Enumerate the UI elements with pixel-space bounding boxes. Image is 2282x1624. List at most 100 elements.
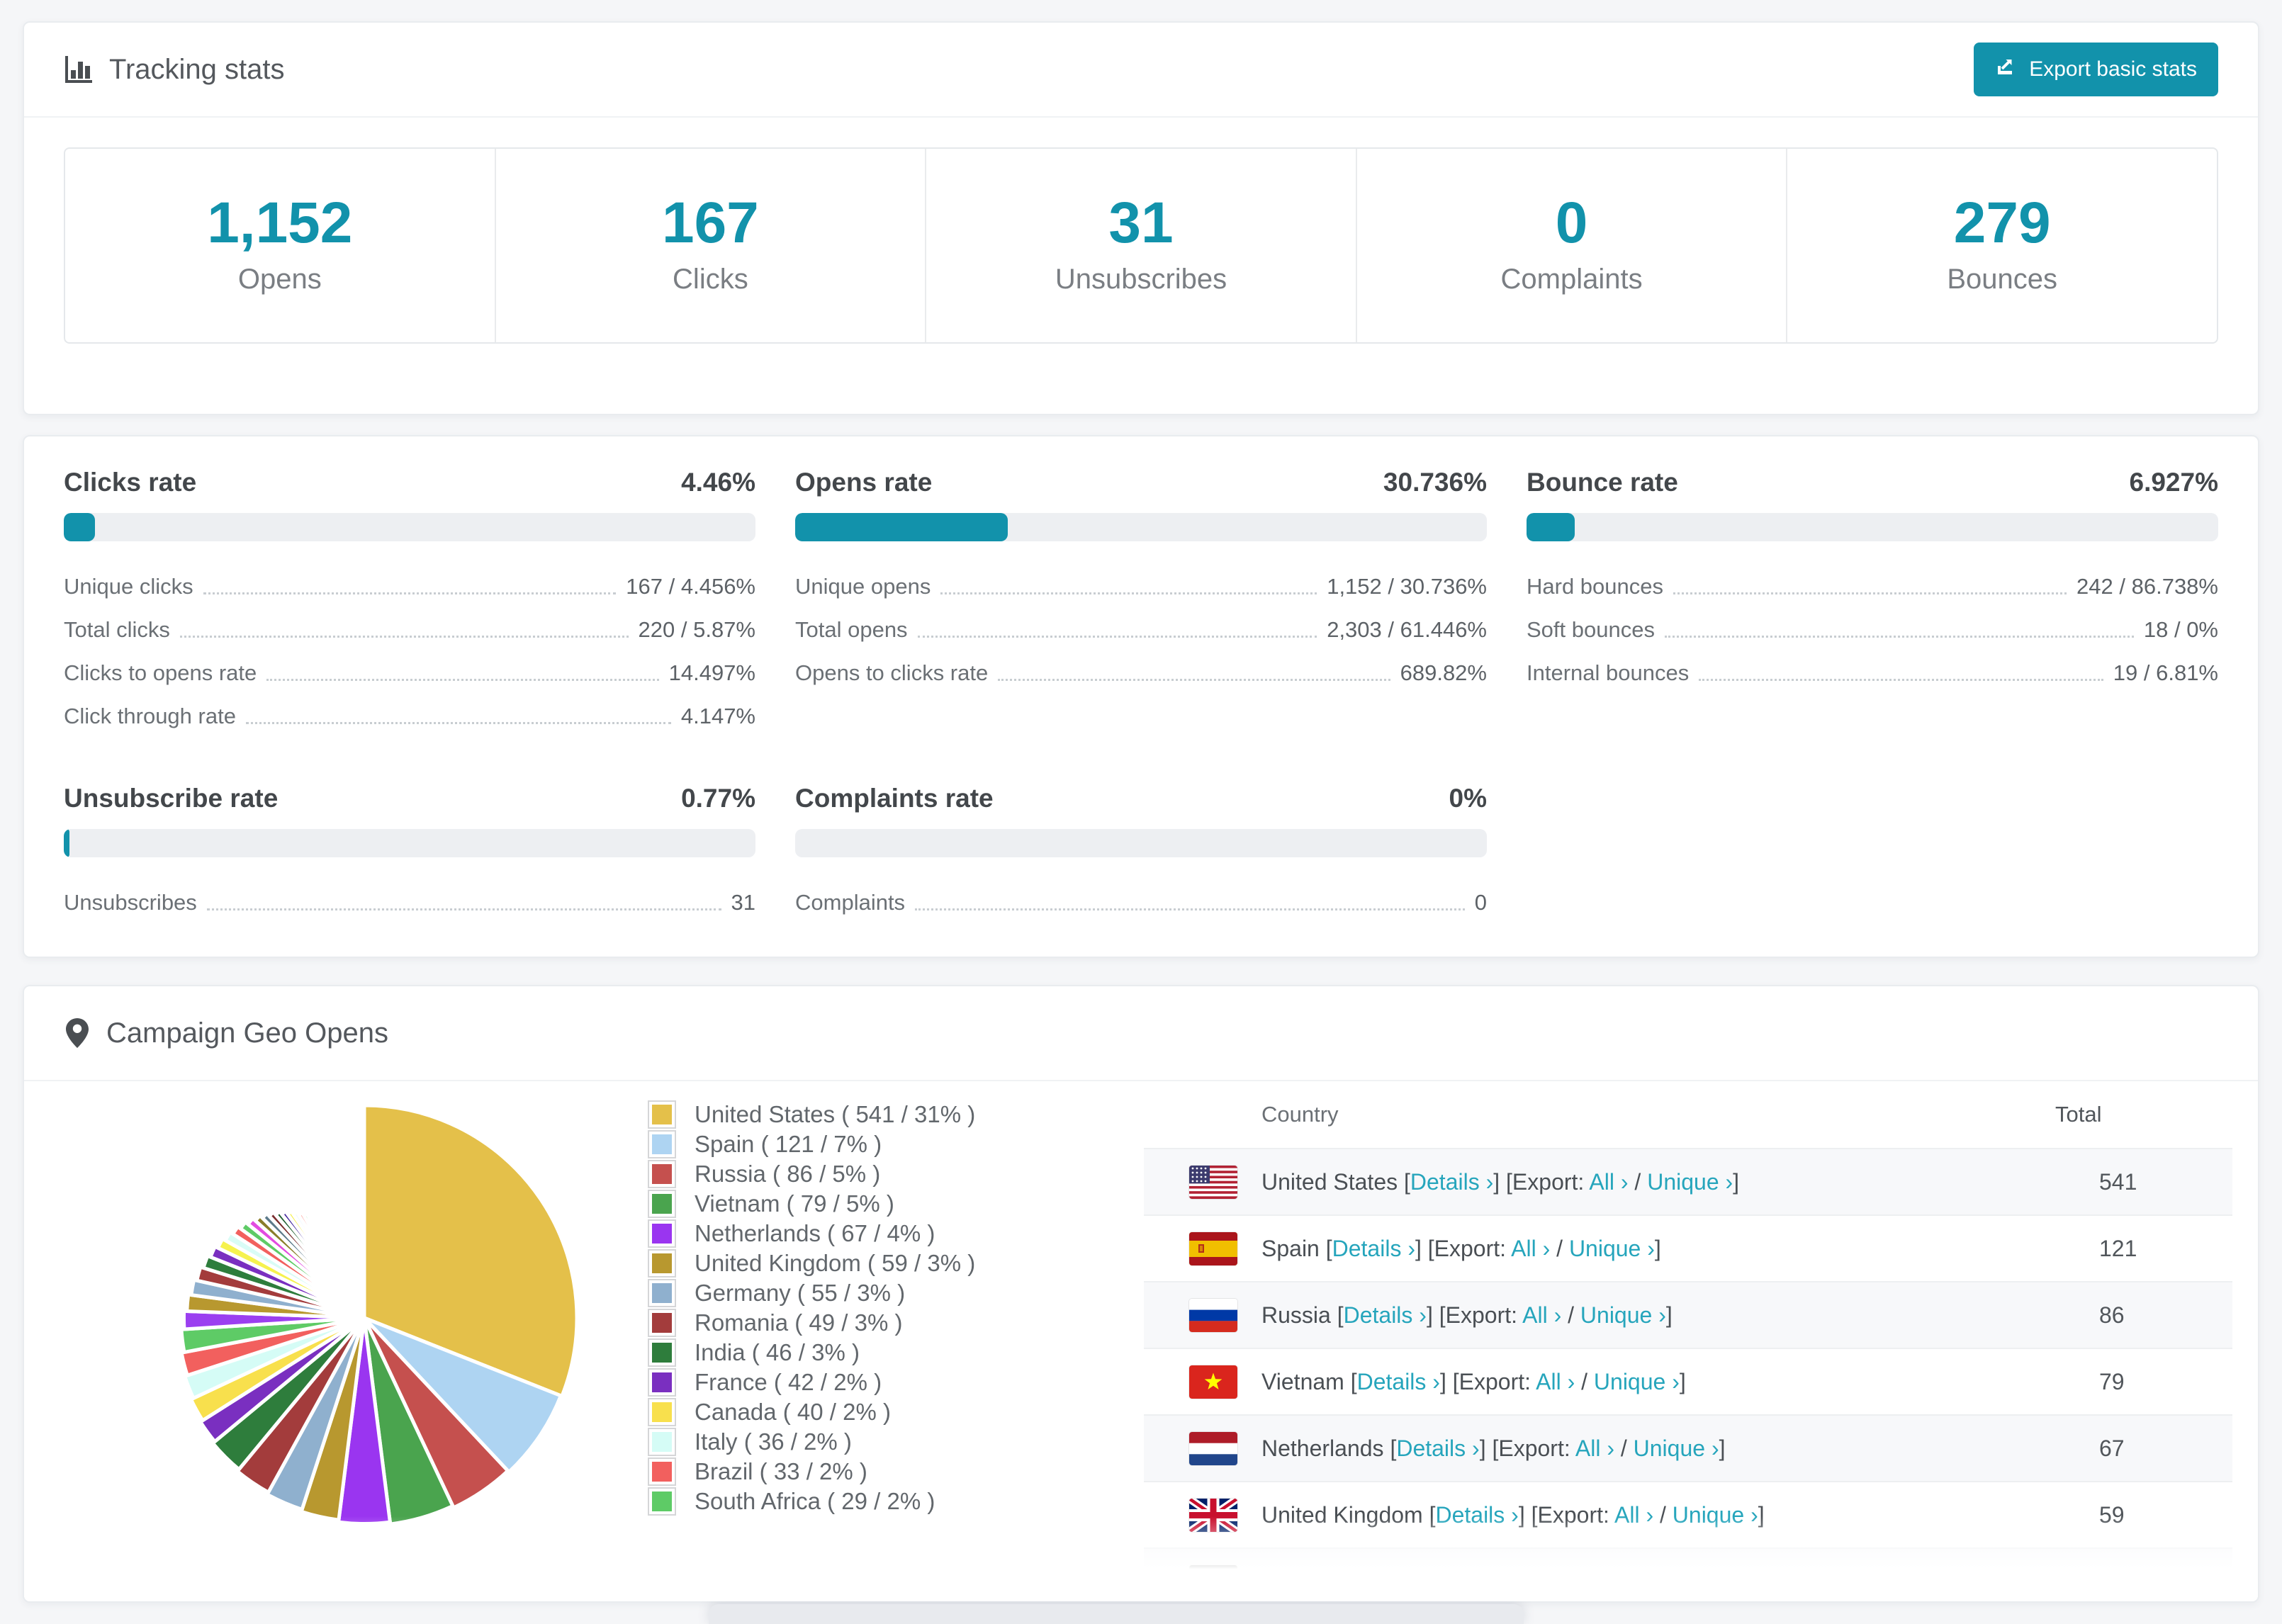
export-basic-stats-button[interactable]: Export basic stats — [1974, 43, 2218, 96]
geo-table-header: Country Total — [1144, 1081, 2232, 1148]
stat-value: 167 — [661, 191, 759, 255]
legend-label: Netherlands ( 67 / 4% ) — [695, 1220, 935, 1246]
export-unique-link[interactable]: Unique › — [1569, 1236, 1655, 1261]
total-cell: 541 — [2099, 1168, 2137, 1195]
legend-item: Netherlands ( 67 / 4% ) — [648, 1219, 1144, 1248]
legend-swatch — [648, 1279, 676, 1307]
legend-label: France ( 42 / 2% ) — [695, 1369, 882, 1395]
legend-swatch — [648, 1398, 676, 1426]
stat-card: 0 Complaints — [1355, 149, 1787, 343]
campaign-geo-opens-panel: Campaign Geo Opens United States ( 541 /… — [23, 985, 2259, 1603]
legend-item: India ( 46 / 3% ) — [648, 1338, 1144, 1368]
details-link[interactable]: Details › — [1357, 1369, 1440, 1394]
bounce-rate-title: Bounce rate — [1527, 468, 1678, 497]
total-cell: 67 — [2099, 1435, 2125, 1461]
total-cell: 86 — [2099, 1302, 2125, 1328]
table-row: Spain [Details ›] [Export: All › / Uniqu… — [1144, 1214, 2232, 1281]
dotted-leader — [1673, 592, 2067, 594]
legend-item: Spain ( 121 / 7% ) — [648, 1129, 1144, 1159]
legend-swatch — [648, 1487, 676, 1516]
stat-value: 0 — [1555, 191, 1588, 255]
export-unique-link[interactable]: Unique › — [1634, 1436, 1719, 1461]
stat-value: 1,152 — [207, 191, 353, 255]
dotted-leader — [266, 679, 659, 681]
export-all-link[interactable]: All › — [1522, 1302, 1561, 1328]
export-all-link[interactable]: All › — [1536, 1369, 1575, 1394]
legend-item: Germany ( 55 / 3% ) — [648, 1278, 1144, 1308]
legend-item: Romania ( 49 / 3% ) — [648, 1308, 1144, 1338]
unsubscribe-rate-title: Unsubscribe rate — [64, 784, 279, 813]
opens-rate-title: Opens rate — [795, 468, 933, 497]
legend-item: France ( 42 / 2% ) — [648, 1368, 1144, 1397]
complaints-rate-title: Complaints rate — [795, 784, 994, 813]
bottom-fade-overlay — [24, 1516, 2258, 1601]
country-flag-icon — [1189, 1298, 1237, 1332]
legend-item: United Kingdom ( 59 / 3% ) — [648, 1248, 1144, 1278]
stat-value: 31 — [1108, 191, 1174, 255]
details-link[interactable]: Details › — [1410, 1169, 1493, 1195]
legend-swatch — [648, 1338, 676, 1367]
legend-item: United States ( 541 / 31% ) — [648, 1100, 1144, 1129]
details-link[interactable]: Details › — [1396, 1436, 1479, 1461]
stat-card: 31 Unsubscribes — [925, 149, 1356, 343]
export-unique-link[interactable]: Unique › — [1594, 1369, 1680, 1394]
geo-title: Campaign Geo Opens — [106, 1017, 389, 1049]
rate-detail-row: Internal bounces 19 / 6.81% — [1527, 660, 2218, 685]
legend-label: Vietnam ( 79 / 5% ) — [695, 1190, 894, 1217]
dotted-leader — [206, 908, 721, 910]
stat-label: Clicks — [673, 264, 748, 295]
export-all-link[interactable]: All › — [1511, 1236, 1550, 1261]
clicks-rate-fill — [64, 513, 95, 541]
country-flag-icon — [1189, 1231, 1237, 1265]
details-link[interactable]: Details › — [1332, 1236, 1415, 1261]
stat-label: Opens — [237, 264, 322, 295]
dotted-leader — [1664, 636, 2134, 638]
rate-detail-row: Clicks to opens rate 14.497% — [64, 660, 755, 685]
page-title: Tracking stats — [64, 54, 284, 86]
stat-label: Bounces — [1947, 264, 2057, 295]
legend-label: Italy ( 36 / 2% ) — [695, 1428, 852, 1455]
rate-detail-row: Total opens 2,303 / 61.446% — [795, 617, 1487, 642]
bounce-rate-value: 6.927% — [2129, 468, 2219, 497]
legend-swatch — [648, 1190, 676, 1218]
export-all-link[interactable]: All › — [1589, 1169, 1628, 1195]
horizontal-scrollbar-thumb[interactable] — [709, 1604, 1524, 1624]
clicks-rate-bar — [64, 513, 755, 541]
details-link[interactable]: Details › — [1344, 1302, 1427, 1328]
legend-swatch — [648, 1130, 676, 1158]
legend-swatch — [648, 1219, 676, 1248]
legend-swatch — [648, 1249, 676, 1278]
country-cell: Russia [Details ›] [Export: All › / Uniq… — [1261, 1302, 1673, 1328]
legend-label: Romania ( 49 / 3% ) — [695, 1309, 903, 1336]
legend-item: Russia ( 86 / 5% ) — [648, 1159, 1144, 1189]
table-row: United States [Details ›] [Export: All ›… — [1144, 1148, 2232, 1214]
legend-label: Russia ( 86 / 5% ) — [695, 1161, 881, 1187]
legend-item: Vietnam ( 79 / 5% ) — [648, 1189, 1144, 1219]
legend-swatch — [648, 1368, 676, 1397]
dotted-leader — [998, 679, 1390, 681]
opens-rate-fill — [795, 513, 1008, 541]
rate-detail-row: Unique opens 1,152 / 30.736% — [795, 574, 1487, 599]
export-unique-link[interactable]: Unique › — [1580, 1302, 1666, 1328]
dotted-leader — [203, 592, 617, 594]
dotted-leader — [245, 722, 671, 724]
export-unique-link[interactable]: Unique › — [1647, 1169, 1733, 1195]
complaints-rate-value: 0% — [1449, 784, 1487, 813]
rate-detail-row: Complaints 0 — [795, 890, 1487, 915]
total-column-header: Total — [2055, 1102, 2102, 1127]
country-cell: United States [Details ›] [Export: All ›… — [1261, 1168, 1740, 1195]
dotted-leader — [915, 908, 1465, 910]
dotted-leader — [940, 592, 1317, 594]
rate-detail-row: Opens to clicks rate 689.82% — [795, 660, 1487, 685]
legend-label: United Kingdom ( 59 / 3% ) — [695, 1250, 976, 1276]
clicks-rate-value: 4.46% — [681, 468, 755, 497]
unsubscribe-rate-block: Unsubscribe rate 0.77% Unsubscribes 31 — [64, 784, 755, 925]
rate-detail-row: Unique clicks 167 / 4.456% — [64, 574, 755, 599]
export-all-link[interactable]: All › — [1575, 1436, 1614, 1461]
rate-detail-row: Click through rate 4.147% — [64, 704, 755, 728]
map-pin-icon — [64, 1017, 91, 1049]
table-row: Netherlands [Details ›] [Export: All › /… — [1144, 1414, 2232, 1481]
clicks-rate-title: Clicks rate — [64, 468, 197, 497]
bounce-rate-bar — [1527, 513, 2218, 541]
tracking-stats-panel: Tracking stats Export basic stats 1,152 … — [23, 21, 2259, 415]
